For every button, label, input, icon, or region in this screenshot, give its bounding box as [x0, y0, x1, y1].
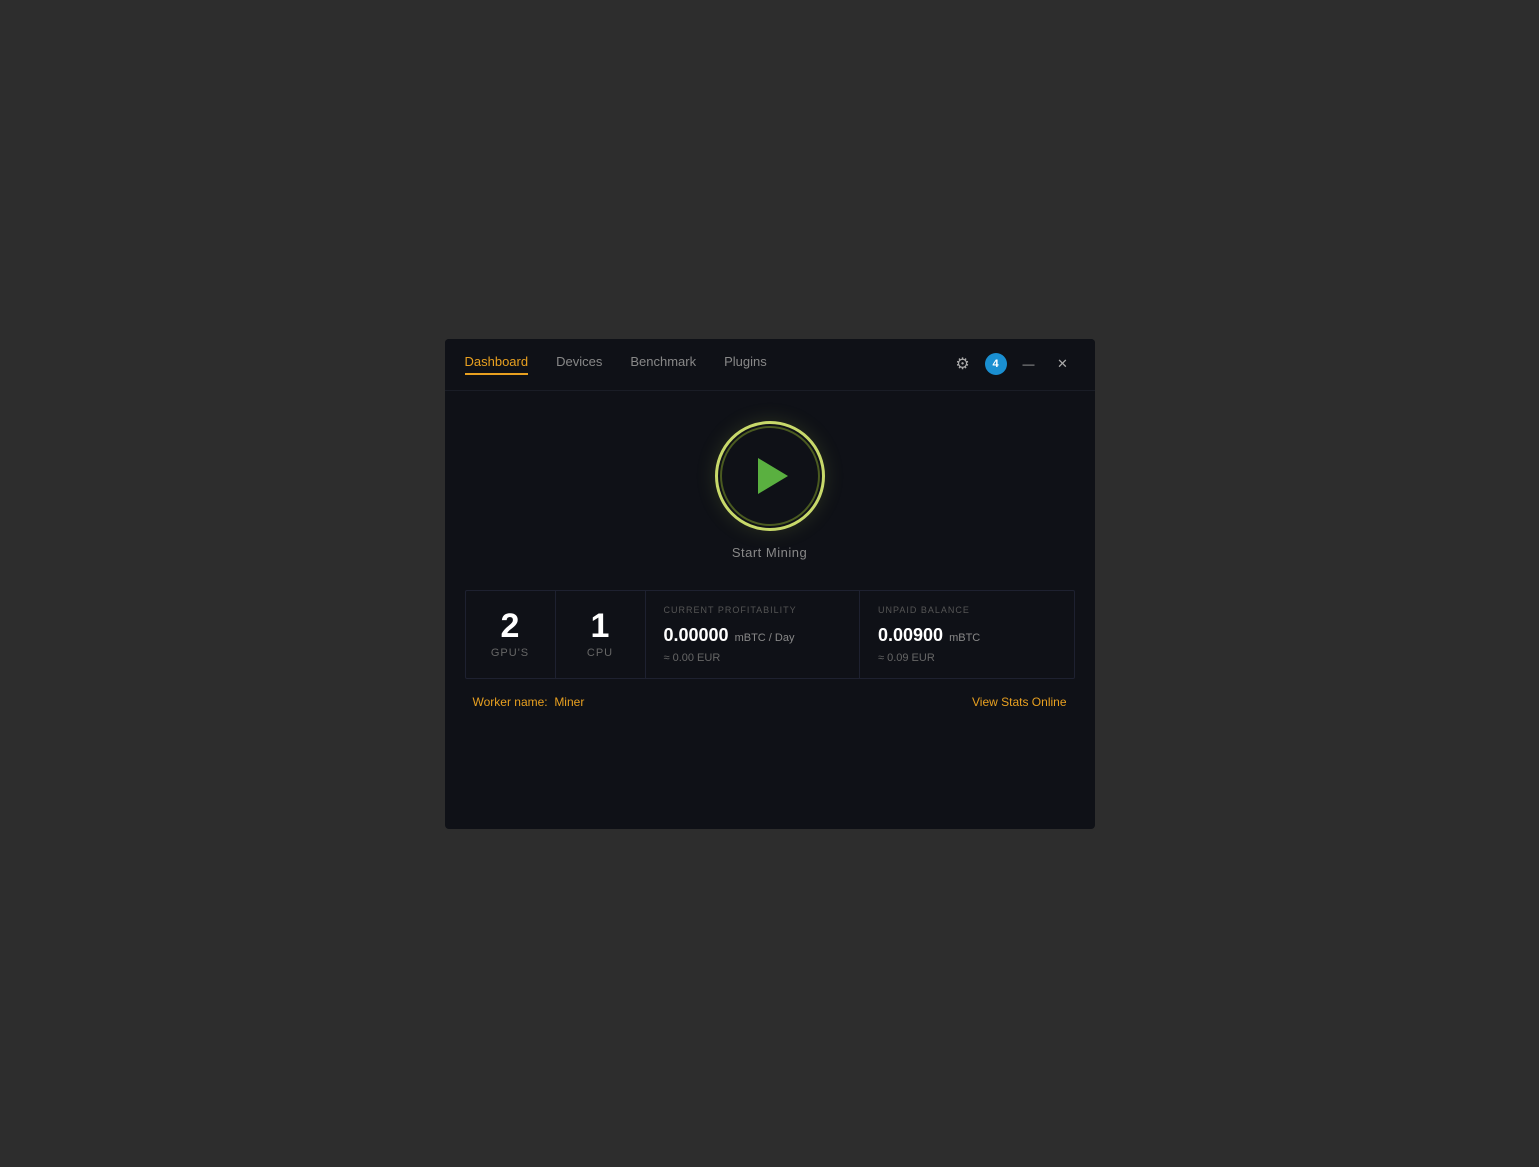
profitability-label: CURRENT PROFITABILITY — [664, 605, 842, 615]
tab-devices[interactable]: Devices — [556, 354, 602, 375]
profitability-value: 0.00000 — [664, 625, 729, 646]
worker-name-display: Worker name: Miner — [473, 695, 585, 709]
footer: Worker name: Miner View Stats Online — [465, 695, 1075, 709]
nav-bar: Dashboard Devices Benchmark Plugins 4 — [445, 339, 1095, 391]
gear-icon — [955, 354, 969, 374]
minimize-icon — [1023, 355, 1035, 373]
worker-name-value: Miner — [554, 695, 584, 709]
settings-button[interactable] — [951, 352, 975, 376]
gpu-stat-cell: 2 GPU'S — [466, 591, 556, 678]
gpu-label: GPU'S — [491, 647, 529, 659]
main-content: Start Mining 2 GPU'S 1 CPU CURRENT PROFI… — [445, 391, 1095, 829]
start-mining-button[interactable] — [715, 421, 825, 531]
close-icon — [1057, 355, 1068, 373]
tab-dashboard[interactable]: Dashboard — [465, 354, 529, 375]
worker-name-label: Worker name: — [473, 695, 548, 709]
balance-value: 0.00900 — [878, 625, 943, 646]
nav-tabs: Dashboard Devices Benchmark Plugins — [465, 354, 951, 375]
profitability-unit: mBTC / Day — [735, 632, 795, 644]
nav-controls: 4 — [951, 352, 1075, 376]
profitability-eur: ≈ 0.00 EUR — [664, 652, 842, 664]
close-button[interactable] — [1051, 352, 1075, 376]
play-icon — [758, 458, 788, 494]
cpu-label: CPU — [587, 647, 613, 659]
app-window: Dashboard Devices Benchmark Plugins 4 St… — [445, 339, 1095, 829]
tab-plugins[interactable]: Plugins — [724, 354, 767, 375]
balance-eur: ≈ 0.09 EUR — [878, 652, 1056, 664]
cpu-stat-cell: 1 CPU — [556, 591, 646, 678]
balance-unit: mBTC — [949, 632, 980, 644]
stats-row: 2 GPU'S 1 CPU CURRENT PROFITABILITY 0.00… — [465, 590, 1075, 679]
tab-benchmark[interactable]: Benchmark — [630, 354, 696, 375]
balance-section: UNPAID BALANCE 0.00900 mBTC ≈ 0.09 EUR — [860, 591, 1074, 678]
profitability-section: CURRENT PROFITABILITY 0.00000 mBTC / Day… — [646, 591, 861, 678]
start-mining-label: Start Mining — [732, 545, 807, 560]
view-stats-link[interactable]: View Stats Online — [972, 695, 1067, 709]
cpu-count: 1 — [591, 609, 610, 643]
balance-label: UNPAID BALANCE — [878, 605, 1056, 615]
minimize-button[interactable] — [1017, 352, 1041, 376]
play-button-wrapper: Start Mining — [715, 421, 825, 560]
gpu-count: 2 — [501, 609, 520, 643]
notification-badge[interactable]: 4 — [985, 353, 1007, 375]
